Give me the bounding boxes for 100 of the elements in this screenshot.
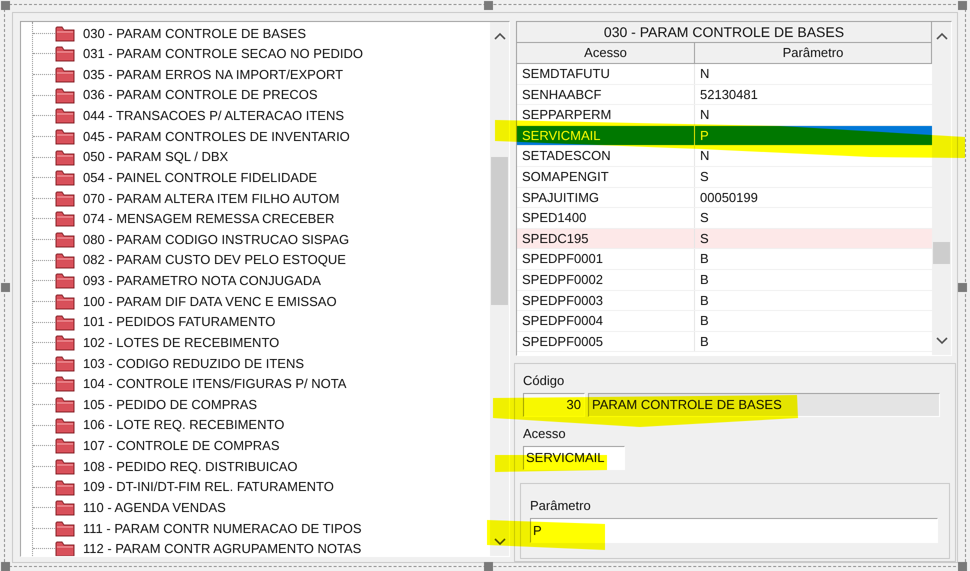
scrollbar-thumb[interactable] — [933, 242, 950, 264]
folder-icon — [55, 210, 75, 228]
table-cell: SPEDPF0001 — [517, 249, 695, 269]
tree-item[interactable]: 044 - TRANSACOES P/ ALTERACAO ITENS — [83, 106, 344, 126]
resize-handle[interactable] — [1, 283, 10, 292]
tree-item[interactable]: 093 - PARAMETRO NOTA CONJUGADA — [83, 271, 321, 291]
grid-row[interactable]: SPEDPF0002 B — [517, 270, 932, 291]
tree-item[interactable]: 105 - PEDIDO DE COMPRAS — [83, 394, 258, 414]
tree-item[interactable]: 108 - PEDIDO REQ. DISTRIBUICAO — [83, 456, 298, 476]
table-cell: SEMDTAFUTU — [517, 64, 695, 84]
resize-handle[interactable] — [484, 1, 493, 10]
grid-row[interactable]: SOMAPENGIT S — [517, 166, 932, 188]
table-cell: SOMAPENGIT — [517, 166, 695, 187]
table-cell-text: N — [699, 147, 710, 166]
grid-row[interactable]: SPEDPF0001 B — [517, 249, 932, 270]
tree-item[interactable]: 110 - AGENDA VENDAS — [83, 498, 226, 518]
tree-item[interactable]: 101 - PEDIDOS FATURAMENTO — [83, 312, 276, 332]
folder-icon — [55, 148, 75, 166]
scrollbar[interactable] — [932, 22, 951, 355]
tree-item[interactable]: 111 - PARAM CONTR NUMERACAO DE TIPOS — [83, 518, 362, 538]
folder-icon — [55, 375, 75, 392]
tree-item[interactable]: 103 - CODIGO REDUZIDO DE ITENS — [83, 354, 304, 374]
table-cell-text: 52130481 — [699, 86, 759, 104]
tree-item[interactable]: 070 - PARAM ALTERA ITEM FILHO AUTOM — [83, 188, 340, 208]
tree-item[interactable]: 054 - PAINEL CONTROLE FIDELIDADE — [83, 168, 318, 188]
table-cell: SPAJUITIMG — [517, 188, 695, 208]
table-cell: SPEDPF0002 — [517, 270, 695, 290]
tree-item[interactable]: 080 - PARAM CODIGO INSTRUCAO SISPAG — [83, 230, 350, 250]
resize-handle[interactable] — [484, 562, 493, 571]
grid-row[interactable]: SPEDPF0003 B — [517, 290, 932, 312]
folder-icon — [55, 128, 75, 145]
table-cell-text: N — [699, 106, 710, 124]
tree-item[interactable]: 104 - CONTROLE ITENS/FIGURAS P/ NOTA — [83, 374, 346, 394]
tree-item[interactable]: 112 - PARAM CONTR AGRUPAMENTO NOTAS — [83, 539, 362, 556]
table-cell: SPED1400 — [517, 208, 695, 228]
table-cell: SENHAABCF — [517, 84, 695, 104]
resize-handle[interactable] — [958, 283, 967, 292]
table-cell: SPEDPF0004 — [517, 311, 695, 331]
tree-item[interactable]: 106 - LOTE REQ. RECEBIMENTO — [83, 415, 284, 435]
scroll-down-icon[interactable] — [936, 337, 948, 345]
field-label: Código — [523, 372, 566, 390]
table-cell-text: S — [699, 168, 710, 186]
folder-icon — [55, 252, 75, 269]
folder-icon — [55, 354, 75, 372]
table-cell: SPEDC195 — [517, 228, 695, 248]
table-cell-text: B — [699, 312, 710, 330]
tree-item[interactable]: 082 - PARAM CUSTO DEV PELO ESTOQUE — [83, 250, 346, 270]
grid-row[interactable]: SPEDPF0004 B — [517, 311, 932, 332]
tree-item[interactable]: 036 - PARAM CONTROLE DE PRECOS — [83, 85, 318, 105]
scroll-up-icon[interactable] — [936, 32, 948, 40]
scroll-up-icon[interactable] — [494, 32, 506, 40]
table-cell-text: N — [699, 65, 710, 83]
table-cell-text: 00050199 — [699, 188, 759, 207]
scrollbar-thumb[interactable] — [491, 157, 508, 305]
folder-icon — [55, 190, 75, 207]
folder-icon — [55, 86, 75, 104]
folder-icon — [55, 520, 75, 537]
grid-row[interactable]: SEPPARPERM N — [517, 105, 932, 126]
folder-icon — [55, 169, 75, 186]
tree-item[interactable]: 074 - MENSAGEM REMESSA CRECEBER — [83, 209, 334, 229]
grid-row[interactable]: SPEDPF0005 B — [517, 332, 932, 352]
folder-icon — [55, 437, 75, 454]
column-header[interactable]: Acesso — [517, 43, 695, 63]
table-cell: SPEDPF0005 — [517, 332, 695, 352]
grid-title: 030 - PARAM CONTROLE DE BASES — [517, 22, 932, 43]
folder-icon — [55, 540, 75, 556]
field-label: Parâmetro — [530, 497, 592, 515]
table-cell-text: B — [699, 270, 710, 289]
grid-row[interactable]: SENHAABCF 52130481 — [517, 84, 932, 106]
table-cell-text: S — [699, 230, 710, 248]
tree-item[interactable]: 100 - PARAM DIF DATA VENC E EMISSAO — [83, 292, 337, 312]
field-label: Acesso — [523, 425, 567, 443]
resize-handle[interactable] — [1, 1, 10, 10]
folder-icon — [55, 24, 75, 42]
tree-item[interactable]: 107 - CONTROLE DE COMPRAS — [83, 436, 280, 456]
resize-handle[interactable] — [958, 1, 967, 10]
grid-row[interactable]: SPEDC195 S — [517, 228, 932, 250]
grid-row[interactable]: SPED1400 S — [517, 208, 932, 229]
table-cell-text: B — [699, 292, 710, 310]
resize-handle[interactable] — [1, 562, 10, 571]
tree-item[interactable]: 030 - PARAM CONTROLE DE BASES — [83, 24, 306, 44]
table-cell: SPEDPF0003 — [517, 290, 695, 310]
tree-item[interactable]: 035 - PARAM ERROS NA IMPORT/EXPORT — [83, 64, 344, 84]
folder-icon — [55, 292, 75, 310]
resize-handle[interactable] — [958, 562, 967, 571]
tree-item[interactable]: 045 - PARAM CONTROLES DE INVENTARIO — [83, 126, 350, 146]
table-cell-text: B — [699, 250, 710, 268]
tree-item[interactable]: 109 - DT-INI/DT-FIM REL. FATURAMENTO — [83, 477, 334, 497]
folder-icon — [55, 314, 75, 331]
tree-item[interactable]: 031 - PARAM CONTROLE SECAO NO PEDIDO — [83, 44, 364, 64]
grid-row[interactable]: SPAJUITIMG 00050199 — [517, 188, 932, 208]
folder-icon — [55, 499, 75, 516]
tree-item[interactable]: 102 - LOTES DE RECEBIMENTO — [83, 332, 280, 352]
folder-icon — [55, 396, 75, 414]
folder-icon — [55, 478, 75, 496]
grid-row[interactable]: SEMDTAFUTU N — [517, 64, 932, 85]
folder-icon — [55, 272, 75, 290]
folder-icon — [55, 458, 75, 475]
tree-item[interactable]: 050 - PARAM SQL / DBX — [83, 147, 228, 167]
table-cell-text: B — [699, 332, 710, 351]
